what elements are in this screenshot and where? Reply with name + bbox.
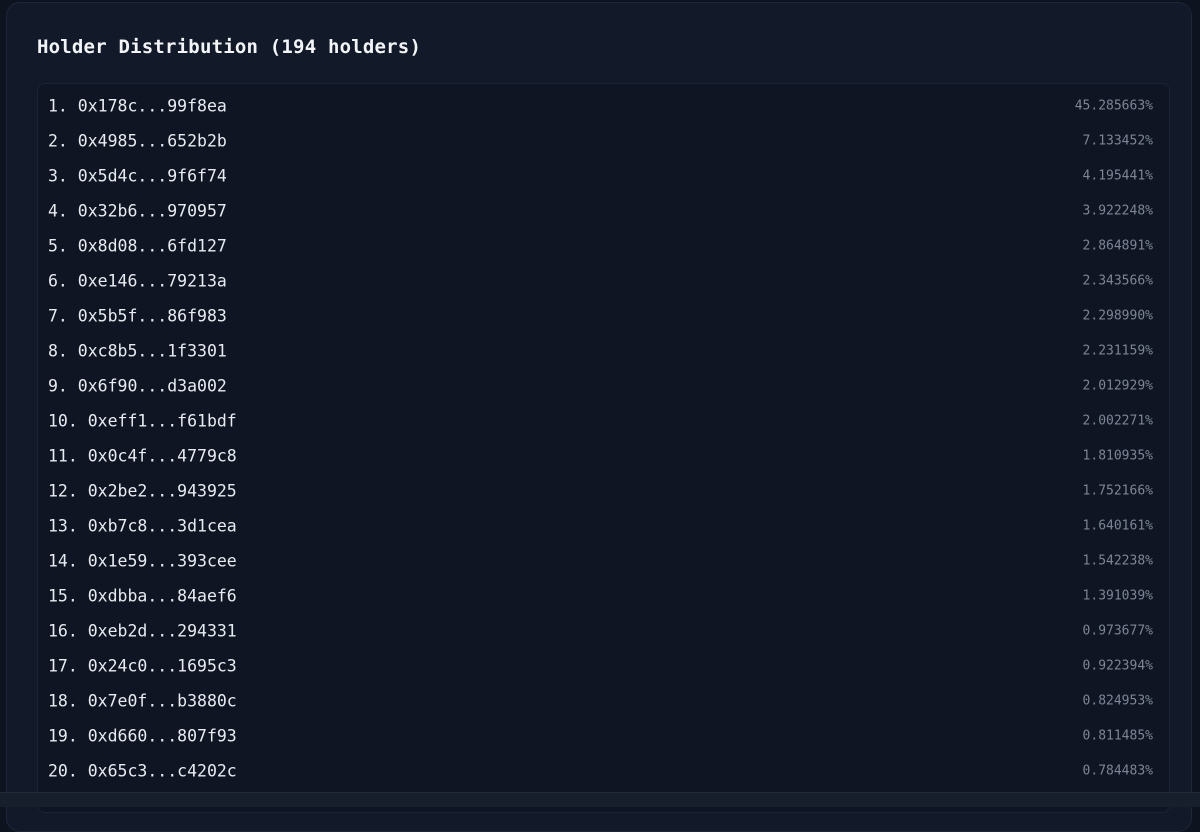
- holder-row[interactable]: 14. 0x1e59...393cee 1.542238%: [38, 543, 1169, 578]
- holder-percentage: 2.864891%: [1082, 238, 1153, 253]
- holder-address: 4. 0x32b6...970957: [48, 201, 227, 220]
- bottom-panel-edge: [0, 792, 1200, 807]
- holder-percentage: 7.133452%: [1082, 133, 1153, 148]
- holder-percentage: 0.973677%: [1082, 623, 1153, 638]
- holder-row[interactable]: 16. 0xeb2d...294331 0.973677%: [38, 613, 1169, 648]
- holder-percentage: 2.343566%: [1082, 273, 1153, 288]
- holder-address: 17. 0x24c0...1695c3: [48, 656, 237, 675]
- holder-address: 6. 0xe146...79213a: [48, 271, 227, 290]
- holder-percentage: 0.784483%: [1082, 763, 1153, 778]
- holder-percentage: 2.002271%: [1082, 413, 1153, 428]
- holder-address: 15. 0xdbba...84aef6: [48, 586, 237, 605]
- holder-row[interactable]: 10. 0xeff1...f61bdf 2.002271%: [38, 403, 1169, 438]
- holder-address: 13. 0xb7c8...3d1cea: [48, 516, 237, 535]
- holder-list[interactable]: 1. 0x178c...99f8ea 45.285663% 2. 0x4985.…: [37, 83, 1170, 813]
- holder-percentage: 1.810935%: [1082, 448, 1153, 463]
- holder-row[interactable]: 5. 0x8d08...6fd127 2.864891%: [38, 228, 1169, 263]
- holder-percentage: 4.195441%: [1082, 168, 1153, 183]
- holder-percentage: 0.922394%: [1082, 658, 1153, 673]
- holder-address: 9. 0x6f90...d3a002: [48, 376, 227, 395]
- holder-address: 2. 0x4985...652b2b: [48, 131, 227, 150]
- holder-percentage: 2.298990%: [1082, 308, 1153, 323]
- holder-address: 18. 0x7e0f...b3880c: [48, 691, 237, 710]
- holder-percentage: 1.752166%: [1082, 483, 1153, 498]
- holder-address: 3. 0x5d4c...9f6f74: [48, 166, 227, 185]
- holder-address: 14. 0x1e59...393cee: [48, 551, 237, 570]
- holder-row[interactable]: 6. 0xe146...79213a 2.343566%: [38, 263, 1169, 298]
- holder-percentage: 3.922248%: [1082, 203, 1153, 218]
- holder-row[interactable]: 3. 0x5d4c...9f6f74 4.195441%: [38, 158, 1169, 193]
- holder-percentage: 0.824953%: [1082, 693, 1153, 708]
- holder-address: 8. 0xc8b5...1f3301: [48, 341, 227, 360]
- holder-row[interactable]: 20. 0x65c3...c4202c 0.784483%: [38, 753, 1169, 788]
- holder-percentage: 1.391039%: [1082, 588, 1153, 603]
- holder-row[interactable]: 19. 0xd660...807f93 0.811485%: [38, 718, 1169, 753]
- holder-row[interactable]: 17. 0x24c0...1695c3 0.922394%: [38, 648, 1169, 683]
- holder-row[interactable]: 8. 0xc8b5...1f3301 2.231159%: [38, 333, 1169, 368]
- holder-row[interactable]: 12. 0x2be2...943925 1.752166%: [38, 473, 1169, 508]
- holder-address: 7. 0x5b5f...86f983: [48, 306, 227, 325]
- holder-percentage: 0.811485%: [1082, 728, 1153, 743]
- holder-address: 19. 0xd660...807f93: [48, 726, 237, 745]
- holder-address: 20. 0x65c3...c4202c: [48, 761, 237, 780]
- holder-percentage: 45.285663%: [1074, 98, 1153, 113]
- holder-percentage: 2.231159%: [1082, 343, 1153, 358]
- holder-row[interactable]: 13. 0xb7c8...3d1cea 1.640161%: [38, 508, 1169, 543]
- holder-row[interactable]: 1. 0x178c...99f8ea 45.285663%: [38, 88, 1169, 123]
- holder-row[interactable]: 15. 0xdbba...84aef6 1.391039%: [38, 578, 1169, 613]
- holder-address: 12. 0x2be2...943925: [48, 481, 237, 500]
- holder-row[interactable]: 11. 0x0c4f...4779c8 1.810935%: [38, 438, 1169, 473]
- holder-percentage: 2.012929%: [1082, 378, 1153, 393]
- holder-address: 5. 0x8d08...6fd127: [48, 236, 227, 255]
- holder-row[interactable]: 4. 0x32b6...970957 3.922248%: [38, 193, 1169, 228]
- holder-row[interactable]: 9. 0x6f90...d3a002 2.012929%: [38, 368, 1169, 403]
- holder-row[interactable]: 2. 0x4985...652b2b 7.133452%: [38, 123, 1169, 158]
- holder-address: 1. 0x178c...99f8ea: [48, 96, 227, 115]
- holder-row[interactable]: 18. 0x7e0f...b3880c 0.824953%: [38, 683, 1169, 718]
- holder-address: 16. 0xeb2d...294331: [48, 621, 237, 640]
- holder-address: 10. 0xeff1...f61bdf: [48, 411, 237, 430]
- holder-row[interactable]: 7. 0x5b5f...86f983 2.298990%: [38, 298, 1169, 333]
- holder-address: 11. 0x0c4f...4779c8: [48, 446, 237, 465]
- holder-percentage: 1.542238%: [1082, 553, 1153, 568]
- holder-distribution-panel: Holder Distribution (194 holders) 1. 0x1…: [6, 2, 1192, 832]
- panel-title: Holder Distribution (194 holders): [37, 36, 422, 58]
- holder-percentage: 1.640161%: [1082, 518, 1153, 533]
